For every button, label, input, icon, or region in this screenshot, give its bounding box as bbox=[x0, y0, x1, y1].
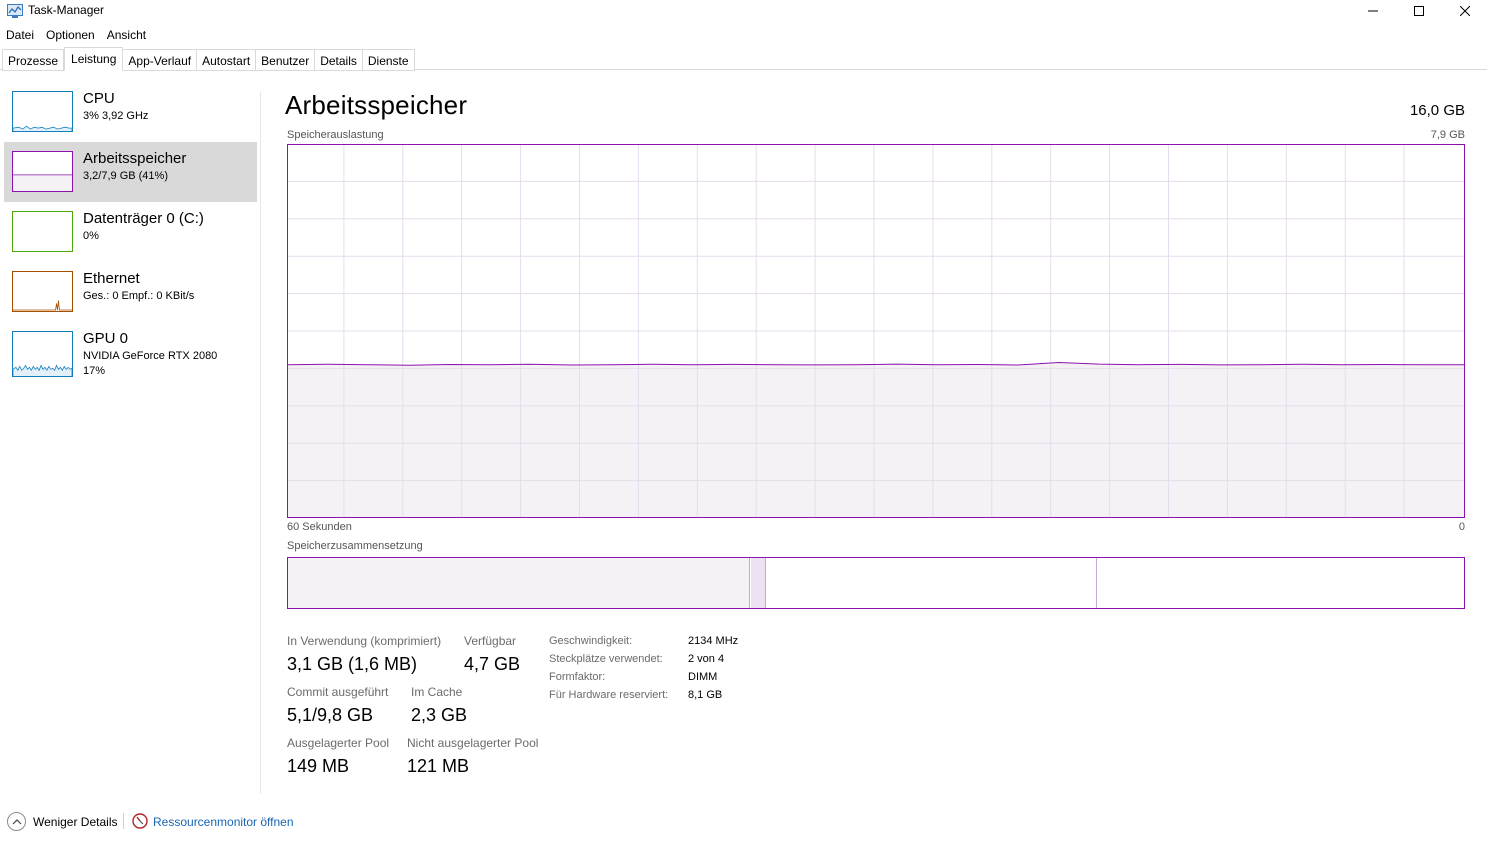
cpu-graph-icon bbox=[12, 91, 73, 132]
available-label: Verfügbar bbox=[464, 634, 517, 648]
composition-modified bbox=[751, 558, 766, 608]
maximize-icon bbox=[1414, 6, 1424, 16]
sidebar-item-ethernet[interactable]: Ethernet Ges.: 0 Empf.: 0 KBit/s bbox=[4, 262, 257, 322]
sidebar-item-cpu[interactable]: CPU 3% 3,92 GHz bbox=[4, 82, 257, 142]
resource-monitor-link[interactable]: Ressourcenmonitor öffnen bbox=[153, 815, 294, 829]
speed-value: 2134 MHz bbox=[688, 635, 739, 647]
tab-benutzer[interactable]: Benutzer bbox=[256, 49, 316, 71]
form-factor-label: Formfaktor: bbox=[549, 671, 606, 683]
sidebar-item-title: Arbeitsspeicher bbox=[83, 150, 187, 167]
paged-pool-label: Ausgelagerter Pool bbox=[287, 736, 390, 750]
hw-reserved-value: 8,1 GB bbox=[688, 689, 723, 701]
memory-usage-area bbox=[287, 362, 1465, 518]
nonpaged-pool-value: 121 MB bbox=[407, 756, 470, 776]
committed-value: 5,1/9,8 GB bbox=[287, 705, 374, 725]
title-bar: Task-Manager bbox=[0, 0, 1487, 22]
composition-free bbox=[1098, 558, 1464, 608]
menu-bar: Datei Optionen Ansicht bbox=[0, 26, 152, 44]
close-icon bbox=[1460, 6, 1470, 16]
tab-strip: Prozesse Leistung App-Verlauf Autostart … bbox=[2, 47, 415, 71]
fewer-details-button[interactable] bbox=[7, 812, 26, 831]
menu-datei[interactable]: Datei bbox=[0, 26, 40, 44]
sidebar-item-sub: Ges.: 0 Empf.: 0 KBit/s bbox=[83, 290, 195, 302]
sidebar-item-sub: 3,2/7,9 GB (41%) bbox=[83, 170, 168, 182]
maximize-button[interactable] bbox=[1396, 0, 1442, 22]
graph-max-label: 7,9 GB bbox=[1430, 129, 1465, 141]
composition-standby bbox=[766, 558, 1097, 608]
resource-monitor-icon[interactable] bbox=[132, 813, 148, 829]
window-title: Task-Manager bbox=[28, 3, 105, 17]
sidebar-item-title: Ethernet bbox=[83, 270, 140, 287]
fewer-details-link[interactable]: Weniger Details bbox=[33, 815, 117, 829]
sidebar-item-sub: 0% bbox=[83, 230, 99, 242]
sidebar-item-gpu[interactable]: GPU 0 NVIDIA GeForce RTX 2080 17% bbox=[4, 322, 257, 382]
sidebar-item-memory[interactable]: Arbeitsspeicher 3,2/7,9 GB (41%) bbox=[4, 142, 257, 202]
sidebar-item-sub: 3% 3,92 GHz bbox=[83, 110, 149, 122]
chevron-up-icon bbox=[12, 818, 21, 824]
graph-time-label: 60 Sekunden bbox=[287, 521, 352, 533]
committed-label: Commit ausgeführt bbox=[287, 685, 389, 699]
cached-label: Im Cache bbox=[411, 685, 463, 699]
close-button[interactable] bbox=[1442, 0, 1487, 22]
task-manager-app-icon bbox=[7, 4, 23, 18]
gpu-graph-icon bbox=[12, 331, 73, 377]
sidebar-item-title: GPU 0 bbox=[83, 330, 129, 347]
footer-divider bbox=[123, 813, 124, 829]
menu-optionen[interactable]: Optionen bbox=[40, 26, 101, 44]
graph-label: Speicherauslastung bbox=[287, 129, 384, 141]
available-value: 4,7 GB bbox=[464, 654, 521, 674]
memory-total: 16,0 GB bbox=[1409, 102, 1465, 119]
nonpaged-pool-label: Nicht ausgelagerter Pool bbox=[407, 736, 539, 750]
composition-label: Speicherzusammensetzung bbox=[287, 540, 423, 552]
paged-pool-value: 149 MB bbox=[287, 756, 350, 776]
sidebar-divider bbox=[260, 92, 261, 794]
ethernet-graph-icon bbox=[12, 271, 73, 312]
menu-ansicht[interactable]: Ansicht bbox=[101, 26, 152, 44]
memory-graph-icon bbox=[12, 151, 73, 192]
in-use-value: 3,1 GB (1,6 MB) bbox=[287, 654, 418, 674]
slots-label: Steckplätze verwendet: bbox=[549, 653, 663, 665]
sidebar-item-title: CPU bbox=[83, 90, 115, 107]
sidebar-item-disk[interactable]: Datenträger 0 (C:) 0% bbox=[4, 202, 257, 262]
speed-label: Geschwindigkeit: bbox=[549, 635, 633, 647]
memory-usage-graph bbox=[287, 144, 1465, 518]
form-factor-value: DIMM bbox=[688, 671, 718, 683]
disk-graph-icon bbox=[12, 211, 73, 252]
gpu-usage: 17% bbox=[83, 365, 106, 377]
tab-leistung[interactable]: Leistung bbox=[64, 47, 124, 71]
page-title: Arbeitsspeicher bbox=[285, 90, 468, 120]
graph-min-label: 0 bbox=[1458, 521, 1465, 533]
in-use-label: In Verwendung (komprimiert) bbox=[287, 634, 442, 648]
tab-app-verlauf[interactable]: App-Verlauf bbox=[123, 49, 198, 71]
composition-in-use bbox=[288, 558, 750, 608]
sidebar-item-title: Datenträger 0 (C:) bbox=[83, 210, 204, 227]
tab-dienste[interactable]: Dienste bbox=[362, 49, 415, 71]
cached-value: 2,3 GB bbox=[411, 705, 468, 725]
memory-composition-bar[interactable] bbox=[287, 557, 1465, 609]
tab-details[interactable]: Details bbox=[315, 49, 363, 71]
resource-sidebar: CPU 3% 3,92 GHz Arbeitsspeicher 3,2/7,9 … bbox=[4, 82, 257, 382]
slots-value: 2 von 4 bbox=[688, 653, 725, 665]
tab-prozesse[interactable]: Prozesse bbox=[2, 49, 65, 71]
minimize-button[interactable] bbox=[1350, 0, 1396, 22]
sidebar-item-sub: NVIDIA GeForce RTX 2080 17% bbox=[83, 349, 217, 379]
tab-autostart[interactable]: Autostart bbox=[197, 49, 257, 71]
minimize-icon bbox=[1368, 10, 1378, 12]
gpu-model: NVIDIA GeForce RTX 2080 bbox=[83, 350, 218, 362]
hw-reserved-label: Für Hardware reserviert: bbox=[549, 689, 669, 701]
